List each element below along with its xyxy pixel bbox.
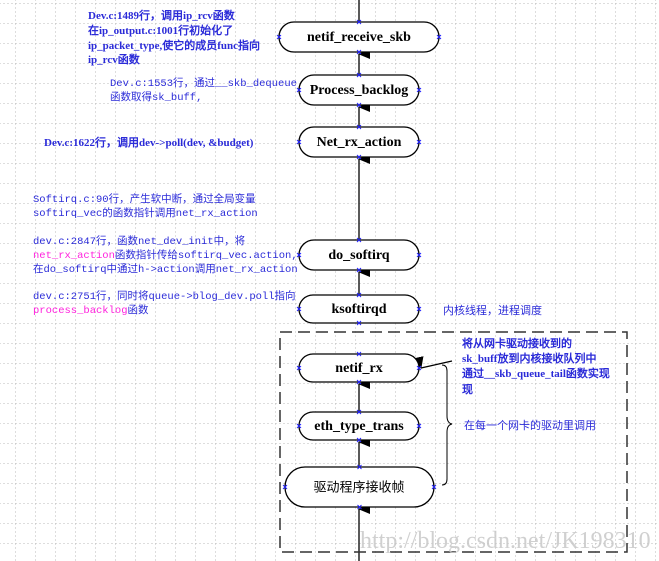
note-line: 在ip_output.c:1001行初始化了	[88, 23, 233, 37]
node-label: Process_backlog	[310, 83, 409, 98]
node-driver-receive[interactable]: 驱动程序接收帧	[284, 466, 435, 508]
node-label: 驱动程序接收帧	[313, 480, 404, 496]
node-process-backlog[interactable]: Process_backlog	[298, 74, 420, 106]
note-net-rx-action: Dev.c:1622行，调用dev->poll(dev, &budget)	[44, 135, 254, 149]
highlight-text: process_backlog	[33, 305, 128, 317]
note-line: softirq_vec的函数指针调用net_rx_action	[33, 206, 258, 220]
note-line: 将从网卡驱动接收到的	[462, 336, 572, 350]
note-line: net_rx_action函数指针传给softirq_vec.action,	[33, 248, 298, 262]
note-text: 函数指针传给softirq_vec.action,	[115, 248, 298, 262]
note-line: 函数取得sk_buff,	[110, 90, 202, 104]
node-eth-type-trans[interactable]: eth_type_trans	[298, 411, 420, 441]
highlight-text: net_rx_action	[33, 250, 115, 262]
node-label: ksoftirqd	[332, 302, 387, 317]
note-line: ip_rcv函数	[88, 52, 141, 66]
note-line: ip_packet_type,使它的成员func指向	[88, 38, 260, 52]
node-do-softirq[interactable]: do_softirq	[298, 239, 420, 271]
node-label: netif_receive_skb	[307, 30, 411, 45]
node-label: netif_rx	[335, 361, 382, 376]
node-netif-rx[interactable]: netif_rx	[298, 353, 420, 383]
note-ksoftirqd: 内核线程，进程调度	[443, 303, 542, 317]
note-text: 函数	[128, 303, 149, 317]
node-label: eth_type_trans	[314, 419, 404, 434]
note-driver-call: 在每一个网卡的驱动里调用	[464, 418, 596, 432]
node-label: do_softirq	[328, 248, 389, 263]
watermark: http://blog.csdn.net/JK198310	[360, 528, 651, 554]
call-flow-diagram: netif_receive_skb Process_backlog Net_rx…	[0, 0, 659, 561]
note-line: Dev.c:1553行，通过__skb_dequeue	[110, 76, 297, 90]
note-line: 现	[462, 383, 473, 396]
node-label: Net_rx_action	[317, 135, 402, 150]
note-line: 通过__skb_queue_tail函数实现	[462, 366, 610, 380]
note-line: process_backlog函数	[33, 303, 149, 317]
note-line: Softirq.c:90行，产生软中断，通过全局变量	[33, 192, 256, 206]
note-line: sk_buff放到内核接收队列中	[462, 351, 596, 365]
note-line: Dev.c:1489行，调用ip_rcv函数	[88, 8, 236, 22]
note-line: dev.c:2847行，函数net_dev_init中，将	[33, 234, 245, 248]
note-line: 在do_softirq中通过h->action调用net_rx_action	[33, 262, 298, 276]
node-netif-receive-skb[interactable]: netif_receive_skb	[278, 21, 440, 53]
node-ksoftirqd[interactable]: ksoftirqd	[298, 294, 420, 324]
note-line: dev.c:2751行，同时将queue->blog_dev.poll指向	[33, 289, 296, 303]
node-net-rx-action[interactable]: Net_rx_action	[298, 126, 420, 158]
